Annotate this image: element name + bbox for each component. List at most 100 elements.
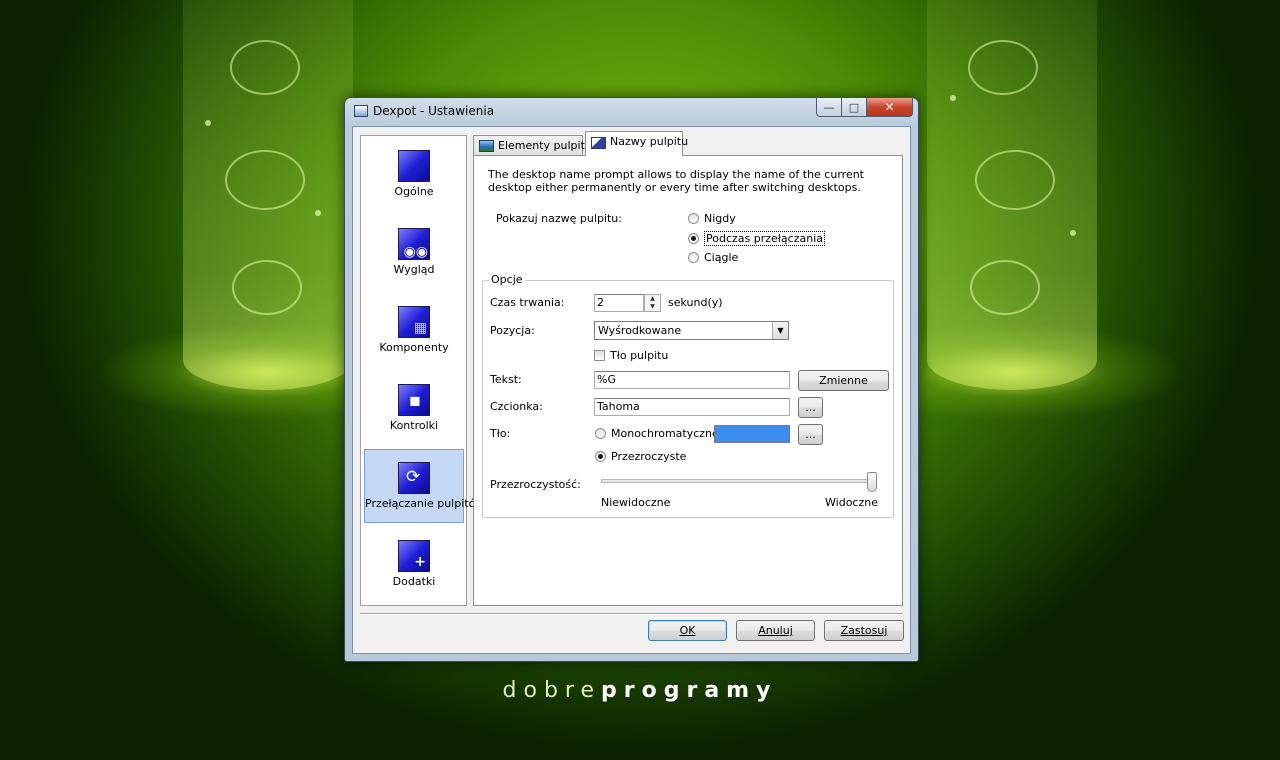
cancel-button[interactable]: Anuluj <box>736 620 815 641</box>
duration-unit: sekund(y) <box>668 296 723 309</box>
window-client-area: Ogólne ◉◉ Wygląd ▦ Komponenty ◼ Kontrolk… <box>352 126 911 654</box>
radio-never[interactable]: Nigdy <box>688 212 736 225</box>
radio-label: Przezroczyste <box>611 450 687 463</box>
font-browse-button[interactable]: ... <box>798 397 823 418</box>
cancel-button-label: Anuluj <box>758 624 793 637</box>
tab-desktop-elements[interactable]: Elementy pulpitu <box>473 135 592 156</box>
addons-icon: + <box>398 540 430 572</box>
duration-input[interactable]: 2 <box>594 294 644 312</box>
background-swirl <box>975 150 1055 210</box>
background-bubble <box>205 120 211 126</box>
radio-while-switching[interactable]: Podczas przełączania <box>688 231 825 246</box>
close-icon: ✕ <box>884 100 895 114</box>
close-button[interactable]: ✕ <box>867 98 913 117</box>
general-icon <box>398 150 430 182</box>
background-label: Tło: <box>490 427 511 440</box>
background-bubble <box>315 210 321 216</box>
spin-up-icon[interactable]: ▲ <box>650 295 655 302</box>
desktop-background-checkbox[interactable]: Tło pulpitu <box>594 349 668 362</box>
transparency-max-label: Widoczne <box>825 496 878 509</box>
radio-label: Podczas przełączania <box>704 231 825 246</box>
transparency-slider-thumb[interactable] <box>867 472 877 492</box>
radio-always[interactable]: Ciągle <box>688 251 738 264</box>
nav-item-controls[interactable]: ◼ Kontrolki <box>364 372 464 446</box>
transparency-label: Przezroczystość: <box>490 478 581 491</box>
nav-item-label: Przełączanie pulpitów <box>365 497 485 510</box>
minimize-button[interactable]: — <box>816 98 842 117</box>
background-swirl <box>968 40 1038 95</box>
color-browse-button[interactable]: ... <box>798 424 823 445</box>
background-swirl <box>225 150 305 210</box>
desktop-names-panel: The desktop name prompt allows to displa… <box>473 155 903 606</box>
tab-label: Nazwy pulpitu <box>610 135 689 148</box>
maximize-icon: □ <box>848 100 860 114</box>
checkbox-box[interactable] <box>594 350 605 361</box>
footer-separator <box>360 613 903 615</box>
settings-window: Dexpot - Ustawienia — □ ✕ Ogólne ◉◉ Wygl… <box>344 97 919 662</box>
nav-item-label: Wygląd <box>393 263 435 276</box>
background-bubble <box>950 95 956 101</box>
background-bubble <box>1070 230 1076 236</box>
ok-button-label: OK <box>679 624 696 637</box>
nav-item-components[interactable]: ▦ Komponenty <box>364 294 464 368</box>
variables-button[interactable]: Zmienne <box>798 370 889 391</box>
transparency-min-label: Niewidoczne <box>601 496 671 509</box>
brand-logo: dobreprogramy <box>0 678 1280 703</box>
radio-monochrome[interactable]: Monochromatyczne <box>595 427 719 440</box>
nav-item-general[interactable]: Ogólne <box>364 138 464 212</box>
radio-button[interactable] <box>688 252 699 263</box>
settings-category-list: Ogólne ◉◉ Wygląd ▦ Komponenty ◼ Kontrolk… <box>360 135 485 606</box>
text-label: Tekst: <box>490 373 522 386</box>
dexpot-app-icon[interactable] <box>354 105 368 117</box>
radio-button[interactable] <box>688 233 699 244</box>
background-swirl <box>232 260 302 315</box>
nav-item-appearance[interactable]: ◉◉ Wygląd <box>364 216 464 290</box>
apply-button-label: Zastosuj <box>840 624 888 637</box>
nav-item-label: Komponenty <box>379 341 449 354</box>
components-icon: ▦ <box>398 306 430 338</box>
caption-buttons: — □ ✕ <box>816 98 913 117</box>
radio-button[interactable] <box>688 213 699 224</box>
font-input[interactable]: Tahoma <box>594 398 790 416</box>
position-label: Pozycja: <box>490 324 535 337</box>
checkbox-label: Tło pulpitu <box>610 349 669 362</box>
radio-button[interactable] <box>595 428 606 439</box>
radio-label: Nigdy <box>704 212 736 225</box>
desktop-names-icon <box>591 137 606 149</box>
description-text: The desktop name prompt allows to displa… <box>488 168 864 194</box>
tab-desktop-names[interactable]: Nazwy pulpitu <box>585 131 688 156</box>
ok-button[interactable]: OK <box>648 620 727 641</box>
monochrome-color-swatch[interactable] <box>714 425 790 443</box>
title-bar[interactable]: Dexpot - Ustawienia — □ ✕ <box>345 98 918 125</box>
controls-icon: ◼ <box>398 384 430 416</box>
radio-label: Monochromatyczne <box>611 427 719 440</box>
nav-item-label: Ogólne <box>394 185 434 198</box>
tab-label: Elementy pulpitu <box>498 139 592 152</box>
background-swirl <box>970 260 1040 315</box>
radio-label: Ciągle <box>704 251 739 264</box>
apply-button[interactable]: Zastosuj <box>824 620 904 641</box>
radio-transparent[interactable]: Przezroczyste <box>595 450 686 463</box>
show-name-label: Pokazuj nazwę pulpitu: <box>496 212 622 225</box>
desktop-switching-icon: ⟳ <box>398 462 430 494</box>
options-group: Opcje Czas trwania: 2 ▲ ▼ sekund(y) Pozyc… <box>482 273 894 518</box>
font-label: Czcionka: <box>490 400 543 413</box>
transparency-slider-track[interactable] <box>601 479 877 483</box>
chevron-down-icon[interactable]: ▼ <box>772 322 788 339</box>
nav-item-desktop-switching[interactable]: ⟳ Przełączanie pulpitów <box>364 449 485 523</box>
nav-item-addons[interactable]: + Dodatki <box>364 528 464 602</box>
nav-item-label: Kontrolki <box>389 419 439 432</box>
nav-item-label: Dodatki <box>392 575 436 588</box>
text-input[interactable]: %G <box>594 371 790 389</box>
duration-label: Czas trwania: <box>490 296 565 309</box>
radio-button[interactable] <box>595 451 606 462</box>
minimize-icon: — <box>823 100 835 114</box>
window-title: Dexpot - Ustawienia <box>373 104 495 118</box>
maximize-button[interactable]: □ <box>842 98 867 117</box>
brand-logo-bold: programy <box>601 678 778 703</box>
duration-stepper[interactable]: ▲ ▼ <box>644 294 661 312</box>
desktop-elements-icon <box>479 140 494 152</box>
brand-logo-regular: dobre <box>502 678 602 703</box>
position-select[interactable]: Wyśrodkowane ▼ <box>594 321 789 340</box>
spin-down-icon[interactable]: ▼ <box>650 303 655 310</box>
